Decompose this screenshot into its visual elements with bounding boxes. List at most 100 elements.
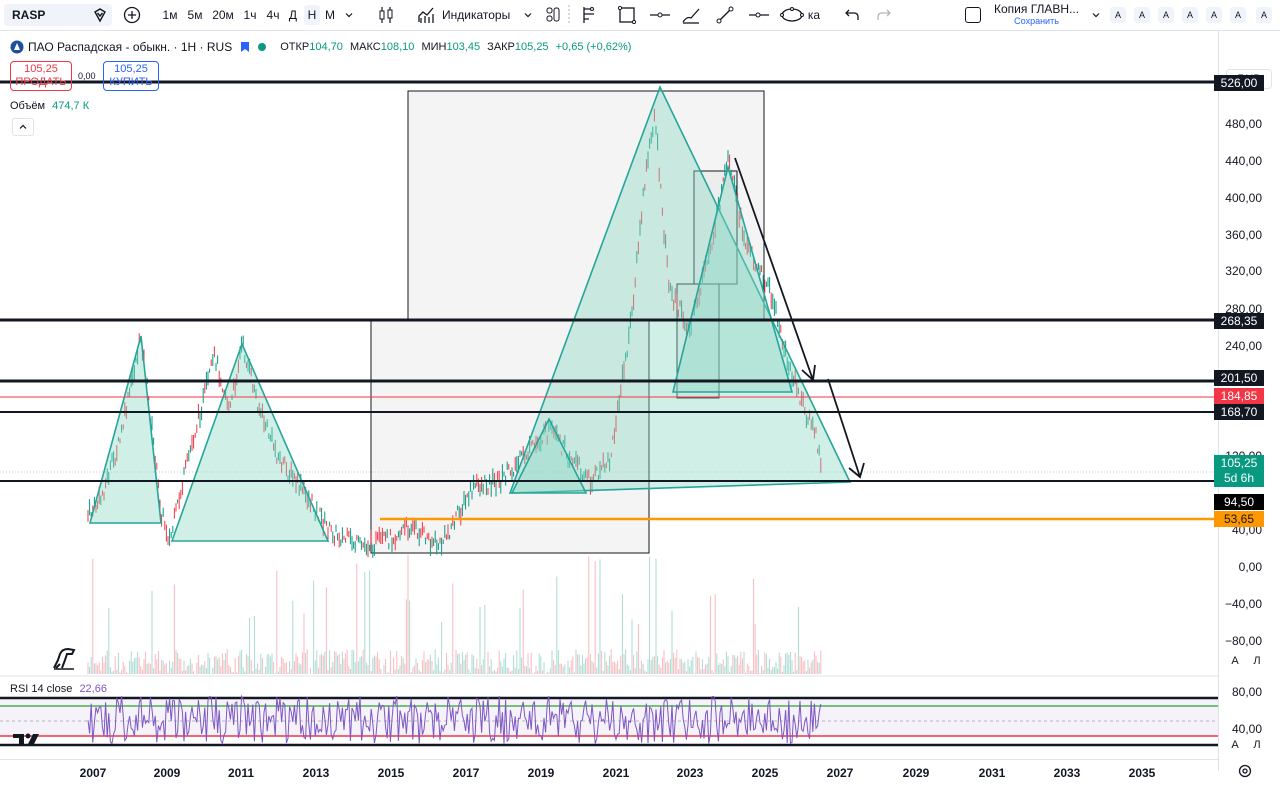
alert-button-3[interactable]: A	[1158, 7, 1174, 23]
tool-horizontal-line[interactable]	[649, 5, 671, 25]
redo-button[interactable]	[874, 5, 894, 25]
buy-label: КУПИТЬ	[109, 76, 153, 88]
sell-label: ПРОДАТЬ	[15, 76, 67, 88]
templates-button[interactable]	[545, 5, 561, 25]
symbol-options-icon	[94, 8, 106, 23]
rsi-label: RSI 14 close	[10, 683, 73, 695]
price-scale-auto-button[interactable]: A	[1227, 653, 1243, 669]
tool-overflow-label[interactable]: ка	[806, 5, 822, 25]
triangle-2008[interactable]	[88, 335, 162, 524]
tool-brush[interactable]	[680, 5, 702, 25]
year-label: 2035	[1128, 766, 1156, 780]
layout-dropdown[interactable]	[1090, 5, 1102, 25]
market-open-dot-icon	[258, 43, 267, 51]
year-label: 2021	[602, 766, 630, 780]
time-axis[interactable]: 2007 2009 2011 2013 2015 2017 2019 2021 …	[0, 759, 1218, 787]
symbol-search[interactable]: RASP	[4, 4, 112, 26]
price-tick: 0,00	[1238, 560, 1262, 574]
ohlc-values: ОТКР104,70 МАКС108,10 МИН103,45 ЗАКР105,…	[280, 41, 631, 53]
tool-rectangle[interactable]	[617, 5, 637, 25]
year-label: 2033	[1053, 766, 1081, 780]
interval-1h[interactable]: 1ч	[241, 5, 259, 25]
tradingview-logo-icon[interactable]	[12, 731, 40, 752]
save-label: Сохранить	[1014, 16, 1059, 26]
interval-month[interactable]: М	[323, 5, 337, 25]
tool-trend-line[interactable]	[714, 5, 736, 25]
level-label-201: 201,50	[1214, 370, 1264, 386]
price-tick: −80,00	[1224, 634, 1262, 648]
sell-button[interactable]: 105,25 ПРОДАТЬ	[10, 61, 72, 91]
high-value: 108,10	[380, 41, 415, 53]
volume-legend: Объём 474,7 К	[10, 100, 89, 112]
trend-line-icon	[716, 6, 734, 24]
interval-1m[interactable]: 1м	[160, 5, 180, 25]
alert-button-7[interactable]: A	[1256, 7, 1272, 23]
low-label: МИН	[421, 41, 447, 53]
level-label-526: 526,00	[1214, 75, 1264, 91]
year-label: 2013	[302, 766, 330, 780]
rsi-tick: 80,00	[1231, 685, 1262, 699]
tool-measure[interactable]	[580, 5, 598, 25]
tool-ray[interactable]	[748, 5, 770, 25]
level-label-184: 184,85	[1214, 388, 1264, 404]
interval-dropdown[interactable]	[342, 5, 356, 25]
price-tick: 440,00	[1225, 154, 1262, 168]
dotted-divider-icon	[568, 5, 570, 25]
interval-day[interactable]: Д	[286, 5, 300, 25]
symbol-legend: ПАО Распадская - обыкн. · 1Н · RUS ОТКР1…	[10, 40, 631, 54]
level-label-268: 268,35	[1214, 313, 1264, 329]
change-value: +0,65 (+0,62%)	[555, 41, 632, 53]
buy-button[interactable]: 105,25 КУПИТЬ	[103, 61, 159, 91]
price-tick: 480,00	[1225, 117, 1262, 131]
collapse-legend-button[interactable]	[12, 118, 34, 136]
alert-button-1[interactable]: A	[1110, 7, 1126, 23]
alert-button-2[interactable]: A	[1134, 7, 1150, 23]
layout-save-block[interactable]: Копия ГЛАВН... Сохранить	[994, 3, 1079, 27]
year-label: 2023	[676, 766, 704, 780]
chevron-down-icon	[524, 13, 532, 18]
level-label-94: 94,50	[1214, 494, 1264, 510]
price-chart-canvas[interactable]	[0, 31, 1218, 759]
settings-gear-icon[interactable]	[1238, 764, 1252, 778]
alert-button-4[interactable]: A	[1182, 7, 1198, 23]
rsi-scale-log-button[interactable]: Л	[1249, 737, 1265, 753]
horizontal-ray-icon	[749, 12, 769, 18]
price-scale-log-button[interactable]: Л	[1249, 653, 1265, 669]
indicators-button[interactable]: Индикаторы	[418, 5, 514, 25]
flag-icon	[241, 41, 250, 52]
rsi-pane	[0, 675, 1218, 747]
last-price: 105,25	[1220, 456, 1258, 470]
last-price-label: 105,25 5d 6h	[1214, 455, 1264, 487]
year-label: 2029	[902, 766, 930, 780]
triangle-2010[interactable]	[170, 341, 330, 542]
rectangle-tool-icon	[618, 6, 636, 24]
compare-symbol-button[interactable]	[122, 5, 142, 25]
undo-button[interactable]	[842, 5, 862, 25]
alert-button-6[interactable]: A	[1230, 7, 1246, 23]
price-axis[interactable]: RUB 480,00 440,00 400,00 360,00 320,00 2…	[1214, 31, 1280, 771]
year-label: 2015	[377, 766, 405, 780]
open-label: ОТКР	[280, 41, 310, 53]
tool-shapes[interactable]	[779, 5, 805, 25]
chevron-down-icon	[1092, 13, 1100, 18]
redo-icon	[877, 9, 891, 20]
low-value: 103,45	[446, 41, 481, 53]
alert-button-5[interactable]: A	[1206, 7, 1222, 23]
spread-value: 0,00	[78, 71, 96, 81]
year-label: 2009	[153, 766, 181, 780]
indicators-dropdown[interactable]	[522, 5, 534, 25]
dino-icon[interactable]	[52, 646, 78, 670]
interval-4h[interactable]: 4ч	[264, 5, 282, 25]
buy-price: 105,25	[114, 63, 148, 75]
year-label: 2011	[227, 766, 255, 780]
interval-week[interactable]: Н	[304, 5, 320, 25]
chart-type-button[interactable]	[376, 5, 396, 25]
layout-checkbox[interactable]	[965, 7, 981, 23]
year-label: 2019	[527, 766, 555, 780]
interval-5m[interactable]: 5м	[185, 5, 205, 25]
rsi-scale-auto-button[interactable]: A	[1227, 737, 1243, 753]
chevron-up-icon	[19, 124, 27, 129]
year-label: 2017	[452, 766, 480, 780]
interval-20m[interactable]: 20м	[210, 5, 236, 25]
add-circle-icon	[123, 6, 141, 24]
